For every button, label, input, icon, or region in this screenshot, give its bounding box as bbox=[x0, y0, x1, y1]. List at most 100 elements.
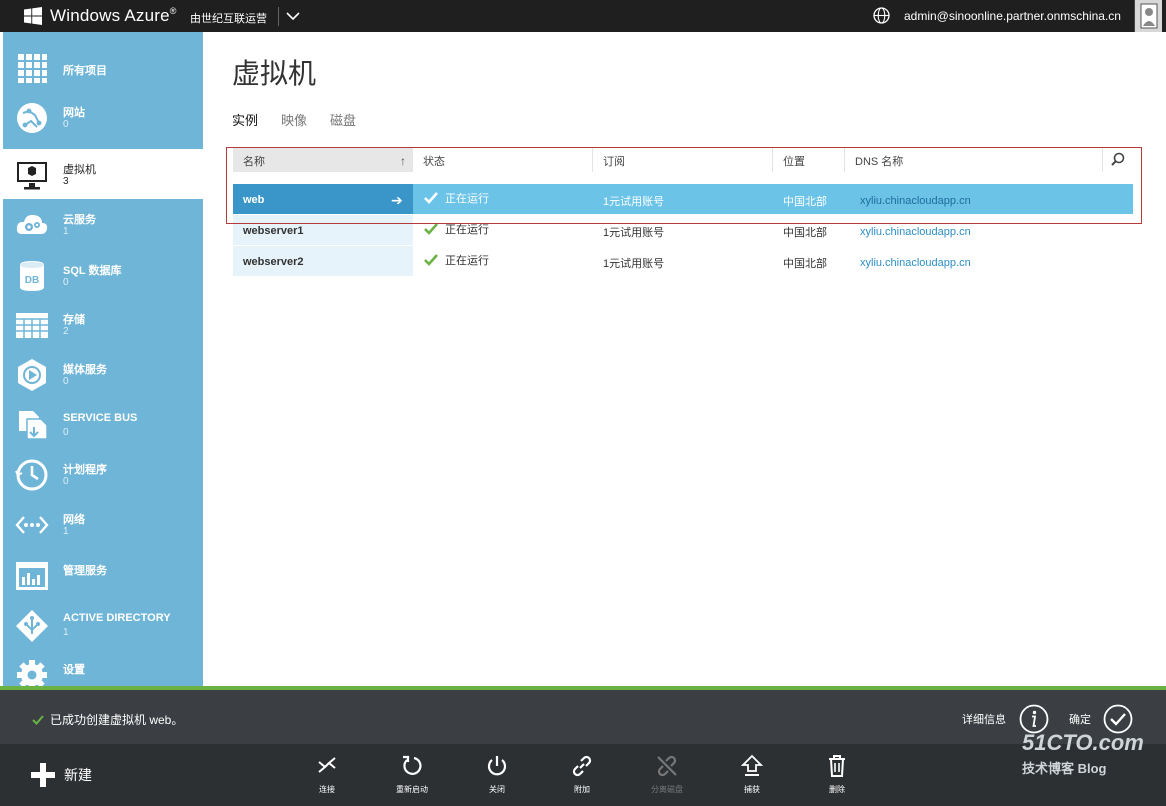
chevron-down-icon[interactable] bbox=[284, 6, 302, 26]
notification-text: 已成功创建虚拟机 web。 bbox=[50, 713, 184, 727]
sidebar-item-label: 计划程序 bbox=[63, 464, 107, 476]
vm-subscription: 1元试用账号 bbox=[603, 227, 665, 239]
new-button[interactable]: 新建 bbox=[30, 762, 92, 788]
sidebar-item-media-services[interactable]: 媒体服务 0 bbox=[3, 349, 203, 399]
avatar[interactable] bbox=[1134, 0, 1162, 32]
sidebar-item-virtual-machines[interactable]: 虚拟机 3 bbox=[3, 149, 203, 199]
user-avatar-icon bbox=[1140, 3, 1158, 29]
notification-message: 已成功创建虚拟机 web。 bbox=[32, 711, 183, 728]
tab-images[interactable]: 映像 bbox=[281, 110, 307, 129]
new-button-label: 新建 bbox=[64, 767, 92, 783]
connect-icon bbox=[318, 757, 336, 773]
sidebar-item-count: 0 bbox=[63, 427, 69, 438]
sidebar-item-label: 设置 bbox=[63, 664, 85, 676]
cloud-gear-icon bbox=[16, 214, 48, 234]
sidebar: 所有项目 网站 0 虚拟机 3 云服务 1 DB SQL 数据库 0 存储 2 … bbox=[3, 32, 203, 690]
product-name: Windows Azure® bbox=[50, 6, 177, 25]
delete-button[interactable]: 删除 bbox=[809, 754, 865, 795]
sidebar-item-count: 3 bbox=[63, 176, 69, 187]
azure-portal: Windows Azure® 由世纪互联运营 admin@sinoonline.… bbox=[0, 0, 1166, 806]
vm-dns-link[interactable]: xyliu.chinacloudapp.cn bbox=[860, 257, 971, 269]
service-bus-icon bbox=[19, 411, 48, 440]
windows-logo-icon bbox=[24, 7, 42, 25]
shutdown-button[interactable]: 关闭 bbox=[469, 754, 525, 795]
sidebar-item-label: 云服务 bbox=[63, 214, 96, 226]
check-icon bbox=[424, 254, 438, 266]
watermark-logo: 51CTO.com 技术博客 Blog bbox=[1022, 730, 1144, 777]
vm-status: 正在运行 bbox=[423, 252, 489, 268]
sidebar-item-all-items[interactable]: 所有项目 bbox=[3, 42, 203, 92]
sidebar-item-label: 存储 bbox=[63, 314, 85, 326]
trash-icon bbox=[829, 755, 845, 777]
sidebar-item-service-bus[interactable]: SERVICE BUS 0 bbox=[3, 400, 203, 450]
check-icon bbox=[32, 714, 44, 725]
detach-link-icon bbox=[657, 755, 677, 777]
database-icon: DB bbox=[20, 261, 44, 291]
sidebar-item-label: 管理服务 bbox=[63, 565, 107, 577]
command-label: 捕获 bbox=[744, 785, 760, 794]
annotation-box bbox=[226, 147, 1142, 224]
sidebar-item-count: 0 bbox=[63, 476, 69, 487]
command-label: 连接 bbox=[319, 785, 335, 794]
capture-button[interactable]: 捕获 bbox=[724, 754, 780, 795]
vm-location: 中国北部 bbox=[783, 258, 827, 270]
connect-button[interactable]: 连接 bbox=[299, 754, 355, 795]
power-icon bbox=[487, 756, 507, 776]
sidebar-item-storage[interactable]: 存储 2 bbox=[3, 299, 203, 349]
table-row[interactable]: webserver2 正在运行 1元试用账号 中国北部 xyliu.chinac… bbox=[233, 246, 1133, 276]
sidebar-item-count: 0 bbox=[63, 277, 69, 288]
sidebar-item-management-services[interactable]: 管理服务 bbox=[3, 550, 203, 600]
sidebar-item-count: 0 bbox=[63, 376, 69, 387]
ok-label[interactable]: 确定 bbox=[1069, 711, 1091, 727]
attach-link-icon bbox=[572, 755, 592, 777]
sidebar-item-networks[interactable]: 网络 1 bbox=[3, 499, 203, 549]
vm-status-text: 正在运行 bbox=[445, 255, 489, 267]
attach-button[interactable]: 附加 bbox=[554, 754, 610, 795]
plus-icon bbox=[31, 763, 55, 787]
notification-bar: 已成功创建虚拟机 web。 详细信息 确定 bbox=[0, 690, 1166, 744]
storage-table-icon bbox=[16, 313, 48, 338]
globe-icon[interactable] bbox=[873, 7, 890, 24]
command-label: 删除 bbox=[829, 785, 845, 794]
tab-bar: 实例 映像 磁盘 bbox=[232, 110, 379, 129]
vm-location: 中国北部 bbox=[783, 227, 827, 239]
account-email[interactable]: admin@sinoonline.partner.onmschina.cn bbox=[904, 9, 1121, 23]
vm-subscription: 1元试用账号 bbox=[603, 258, 665, 270]
sidebar-item-label: SQL 数据库 bbox=[63, 265, 122, 277]
svg-text:DB: DB bbox=[25, 275, 39, 286]
command-label: 附加 bbox=[574, 785, 590, 794]
sidebar-item-count: 1 bbox=[63, 526, 69, 537]
sidebar-item-cloud-services[interactable]: 云服务 1 bbox=[3, 199, 203, 249]
detach-disk-button[interactable]: 分离磁盘 bbox=[639, 754, 695, 795]
sidebar-item-label: 网站 bbox=[63, 107, 85, 119]
network-icon bbox=[15, 516, 49, 534]
management-icon bbox=[16, 562, 48, 590]
sidebar-item-scheduler[interactable]: 计划程序 0 bbox=[3, 449, 203, 499]
watermark-line-2: 技术博客 Blog bbox=[1022, 761, 1107, 776]
page-title: 虚拟机 bbox=[232, 58, 317, 89]
top-bar: Windows Azure® 由世纪互联运营 admin@sinoonline.… bbox=[0, 0, 1166, 32]
vm-name[interactable]: webserver2 bbox=[233, 246, 413, 276]
restart-icon bbox=[403, 755, 422, 775]
azure-logo[interactable]: Windows Azure® bbox=[24, 6, 177, 26]
sidebar-item-sql-database[interactable]: DB SQL 数据库 0 bbox=[3, 250, 203, 300]
sidebar-item-active-directory[interactable]: ACTIVE DIRECTORY 1 bbox=[3, 600, 203, 650]
capture-icon bbox=[740, 754, 764, 776]
sidebar-item-label: ACTIVE DIRECTORY bbox=[63, 612, 171, 624]
active-directory-icon bbox=[16, 610, 48, 642]
sidebar-item-label: 所有项目 bbox=[63, 65, 107, 77]
media-play-icon bbox=[18, 359, 46, 391]
command-label: 重新启动 bbox=[396, 785, 428, 794]
details-label[interactable]: 详细信息 bbox=[962, 711, 1006, 727]
vm-dns-link[interactable]: xyliu.chinacloudapp.cn bbox=[860, 226, 971, 238]
sidebar-item-label: SERVICE BUS bbox=[63, 412, 138, 424]
tab-disks[interactable]: 磁盘 bbox=[330, 110, 356, 129]
watermark-line-1: 51CTO.com bbox=[1022, 730, 1144, 755]
sidebar-item-count: 2 bbox=[63, 326, 69, 337]
sidebar-item-label: 媒体服务 bbox=[63, 364, 107, 376]
restart-button[interactable]: 重新启动 bbox=[384, 754, 440, 795]
sidebar-item-websites[interactable]: 网站 0 bbox=[3, 92, 203, 142]
sidebar-item-count: 0 bbox=[63, 119, 69, 130]
tab-instances[interactable]: 实例 bbox=[232, 110, 258, 129]
sidebar-item-label: 虚拟机 bbox=[63, 164, 96, 176]
